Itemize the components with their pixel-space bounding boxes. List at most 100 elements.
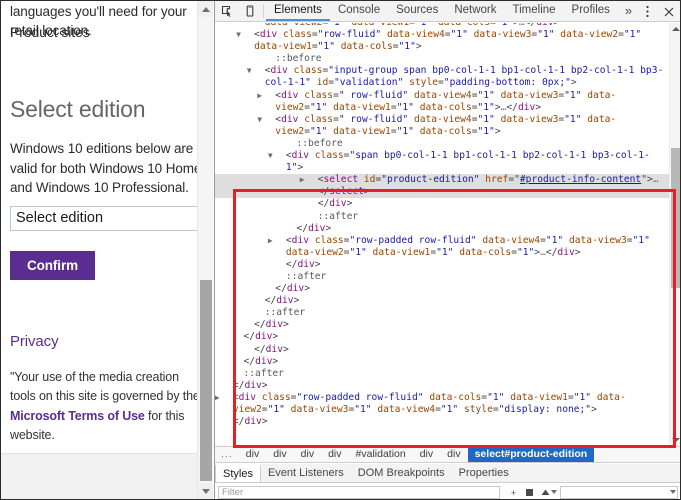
breadcrumb-item-6[interactable]: div [413,447,440,462]
dom-token-tagn: div [265,343,283,355]
dom-node[interactable]: ::after [215,368,669,380]
expand-triangle-right-icon[interactable]: ▶ [257,90,275,102]
tab-console[interactable]: Console [330,1,388,21]
dom-token-punct: </ [264,295,277,307]
dom-node[interactable]: </div> [215,331,669,343]
dom-node[interactable]: </div> [215,259,669,271]
expand-triangle-right-icon[interactable]: ▶ [300,174,318,186]
tab-sources[interactable]: Sources [388,1,446,21]
expand-triangle-down-icon[interactable]: ▼ [247,65,265,77]
dom-tree-pane[interactable]: data-view2="1" data-view1="1" data-cols=… [215,23,680,446]
dom-node[interactable]: ▼ <div class="input-group span bp0-col-1-… [215,65,669,89]
dom-token-tagn: div [329,198,347,210]
dom-node[interactable]: ::before [215,53,669,65]
scroll-up-arrow-icon[interactable] [198,1,213,17]
expand-triangle-down-icon[interactable]: ▼ [268,150,286,162]
dom-node[interactable]: </div> [215,295,669,307]
dom-token-punct: > [363,186,370,198]
expand-triangle-right-icon[interactable]: ▶ [215,392,233,404]
dom-token-attrv: "row-padded row-fluid" [296,391,424,403]
element-state-icon[interactable] [523,486,536,499]
dom-token-punct: > [297,162,304,174]
dom-token-tagn: div [281,89,299,101]
breadcrumb-item-3[interactable]: div [294,447,321,462]
dom-node[interactable]: </div> [215,283,669,295]
dom-node[interactable]: ▼ <div class="row-fluid" data-view4="1" d… [215,29,669,53]
breadcrumb-item-0[interactable]: ... [215,447,239,462]
page-scrollbar-thumb[interactable] [200,280,212,481]
dom-node[interactable]: </div> [215,198,669,210]
styles-filter-input[interactable]: Filter [218,486,500,499]
breadcrumb-item-1[interactable]: div [239,447,266,462]
tab-styles[interactable]: Styles [215,464,261,482]
dom-token-attrv: "1" [396,101,414,113]
tab-network[interactable]: Network [446,1,504,21]
dom-node[interactable]: ::after [215,307,669,319]
tab-dom-breakpoints[interactable]: DOM Breakpoints [351,464,452,482]
close-icon[interactable] [658,1,680,22]
dom-token-linkv[interactable]: #product-info-content [520,174,641,185]
page-scrollbar[interactable] [197,1,213,499]
dom-scroll-down-arrow-icon[interactable] [670,434,680,446]
dom-token-attrv: "1" [477,113,495,125]
dom-token-attrn: data-cols [340,41,393,53]
dom-node-selected[interactable]: ▶ <select id="product-edition" href="#pro… [215,174,669,199]
dom-tree-scrollbar[interactable] [669,23,680,446]
dom-node[interactable]: ▶ <div class="row-padded row-fluid" data-… [215,235,669,259]
computed-pane-scroll-arrow-icon[interactable] [670,490,676,494]
dom-token-attrn: data-view4 [377,404,436,415]
tab-elements[interactable]: Elements [266,1,330,21]
scroll-down-arrow-icon[interactable] [198,483,213,499]
tab-event-listeners[interactable]: Event Listeners [261,464,351,482]
breadcrumb-item-4[interactable]: div [321,447,348,462]
breadcrumb-item-5[interactable]: #validation [349,447,413,462]
product-edition-select[interactable]: Select edition [10,205,212,231]
dom-token-punct [650,235,656,246]
dom-node[interactable]: </div> [215,416,669,428]
expand-triangle-down-icon[interactable]: ▼ [257,114,275,126]
dom-node[interactable]: ::before [215,138,669,150]
dom-node[interactable]: ::after [215,271,669,283]
expand-triangle-down-icon[interactable]: ▼ [236,29,254,41]
dom-node[interactable]: ::after [215,211,669,223]
dom-node[interactable]: ▶ <div class="row-padded row-fluid" data-… [215,392,669,416]
dom-token-pseudo: ::after [317,210,359,222]
dom-node[interactable]: </div> [215,344,669,356]
dom-node[interactable]: </div> [215,223,669,235]
dom-node[interactable]: </div> [215,319,669,331]
dom-token-attrv: " row-fluid" [338,89,409,101]
dom-token-pseudo: ::before [296,137,343,149]
dom-node[interactable]: </div> [215,380,669,392]
dom-scroll-up-arrow-icon[interactable] [670,23,680,35]
breadcrumb-item-8[interactable]: select#product-edition [467,447,595,462]
inspect-cursor-icon[interactable] [215,1,238,21]
tab-profiles[interactable]: Profiles [564,1,618,21]
computed-styles-box[interactable] [560,486,678,499]
new-style-rule-icon[interactable]: + [507,486,520,499]
dom-node[interactable]: ▶ <div class=" row-fluid" data-view4="1" … [215,90,669,114]
dom-token-attrn: data-view1 [510,391,568,403]
expand-triangle-right-icon[interactable]: ▶ [268,235,286,247]
tab-properties[interactable]: Properties [452,464,516,482]
dom-node[interactable]: ▼ <div class="span bp0-col-1-1 bp1-col-1-… [215,150,669,174]
dom-scrollbar-thumb[interactable] [671,148,680,288]
microsoft-terms-of-use-link[interactable]: Microsoft Terms of Use [10,409,145,423]
more-options-icon[interactable] [636,1,658,22]
dom-node[interactable]: ▼ <div class=" row-fluid" data-view4="1" … [215,114,669,138]
breadcrumb-item-2[interactable]: div [266,447,293,462]
device-toolbar-icon[interactable] [238,1,261,21]
dom-node[interactable]: </div> [215,356,669,368]
styles-pane-scroll-arrow-icon[interactable] [551,490,557,494]
dom-token-attrn: id [316,77,329,89]
dom-token-punct: </ [232,416,245,428]
dom-token-tagn: div [557,246,575,258]
confirm-button[interactable]: Confirm [10,250,95,280]
dom-token-attrn: data-view4 [386,29,445,41]
breadcrumb-item-7[interactable]: div [440,447,467,462]
tab-timeline[interactable]: Timeline [505,1,564,21]
